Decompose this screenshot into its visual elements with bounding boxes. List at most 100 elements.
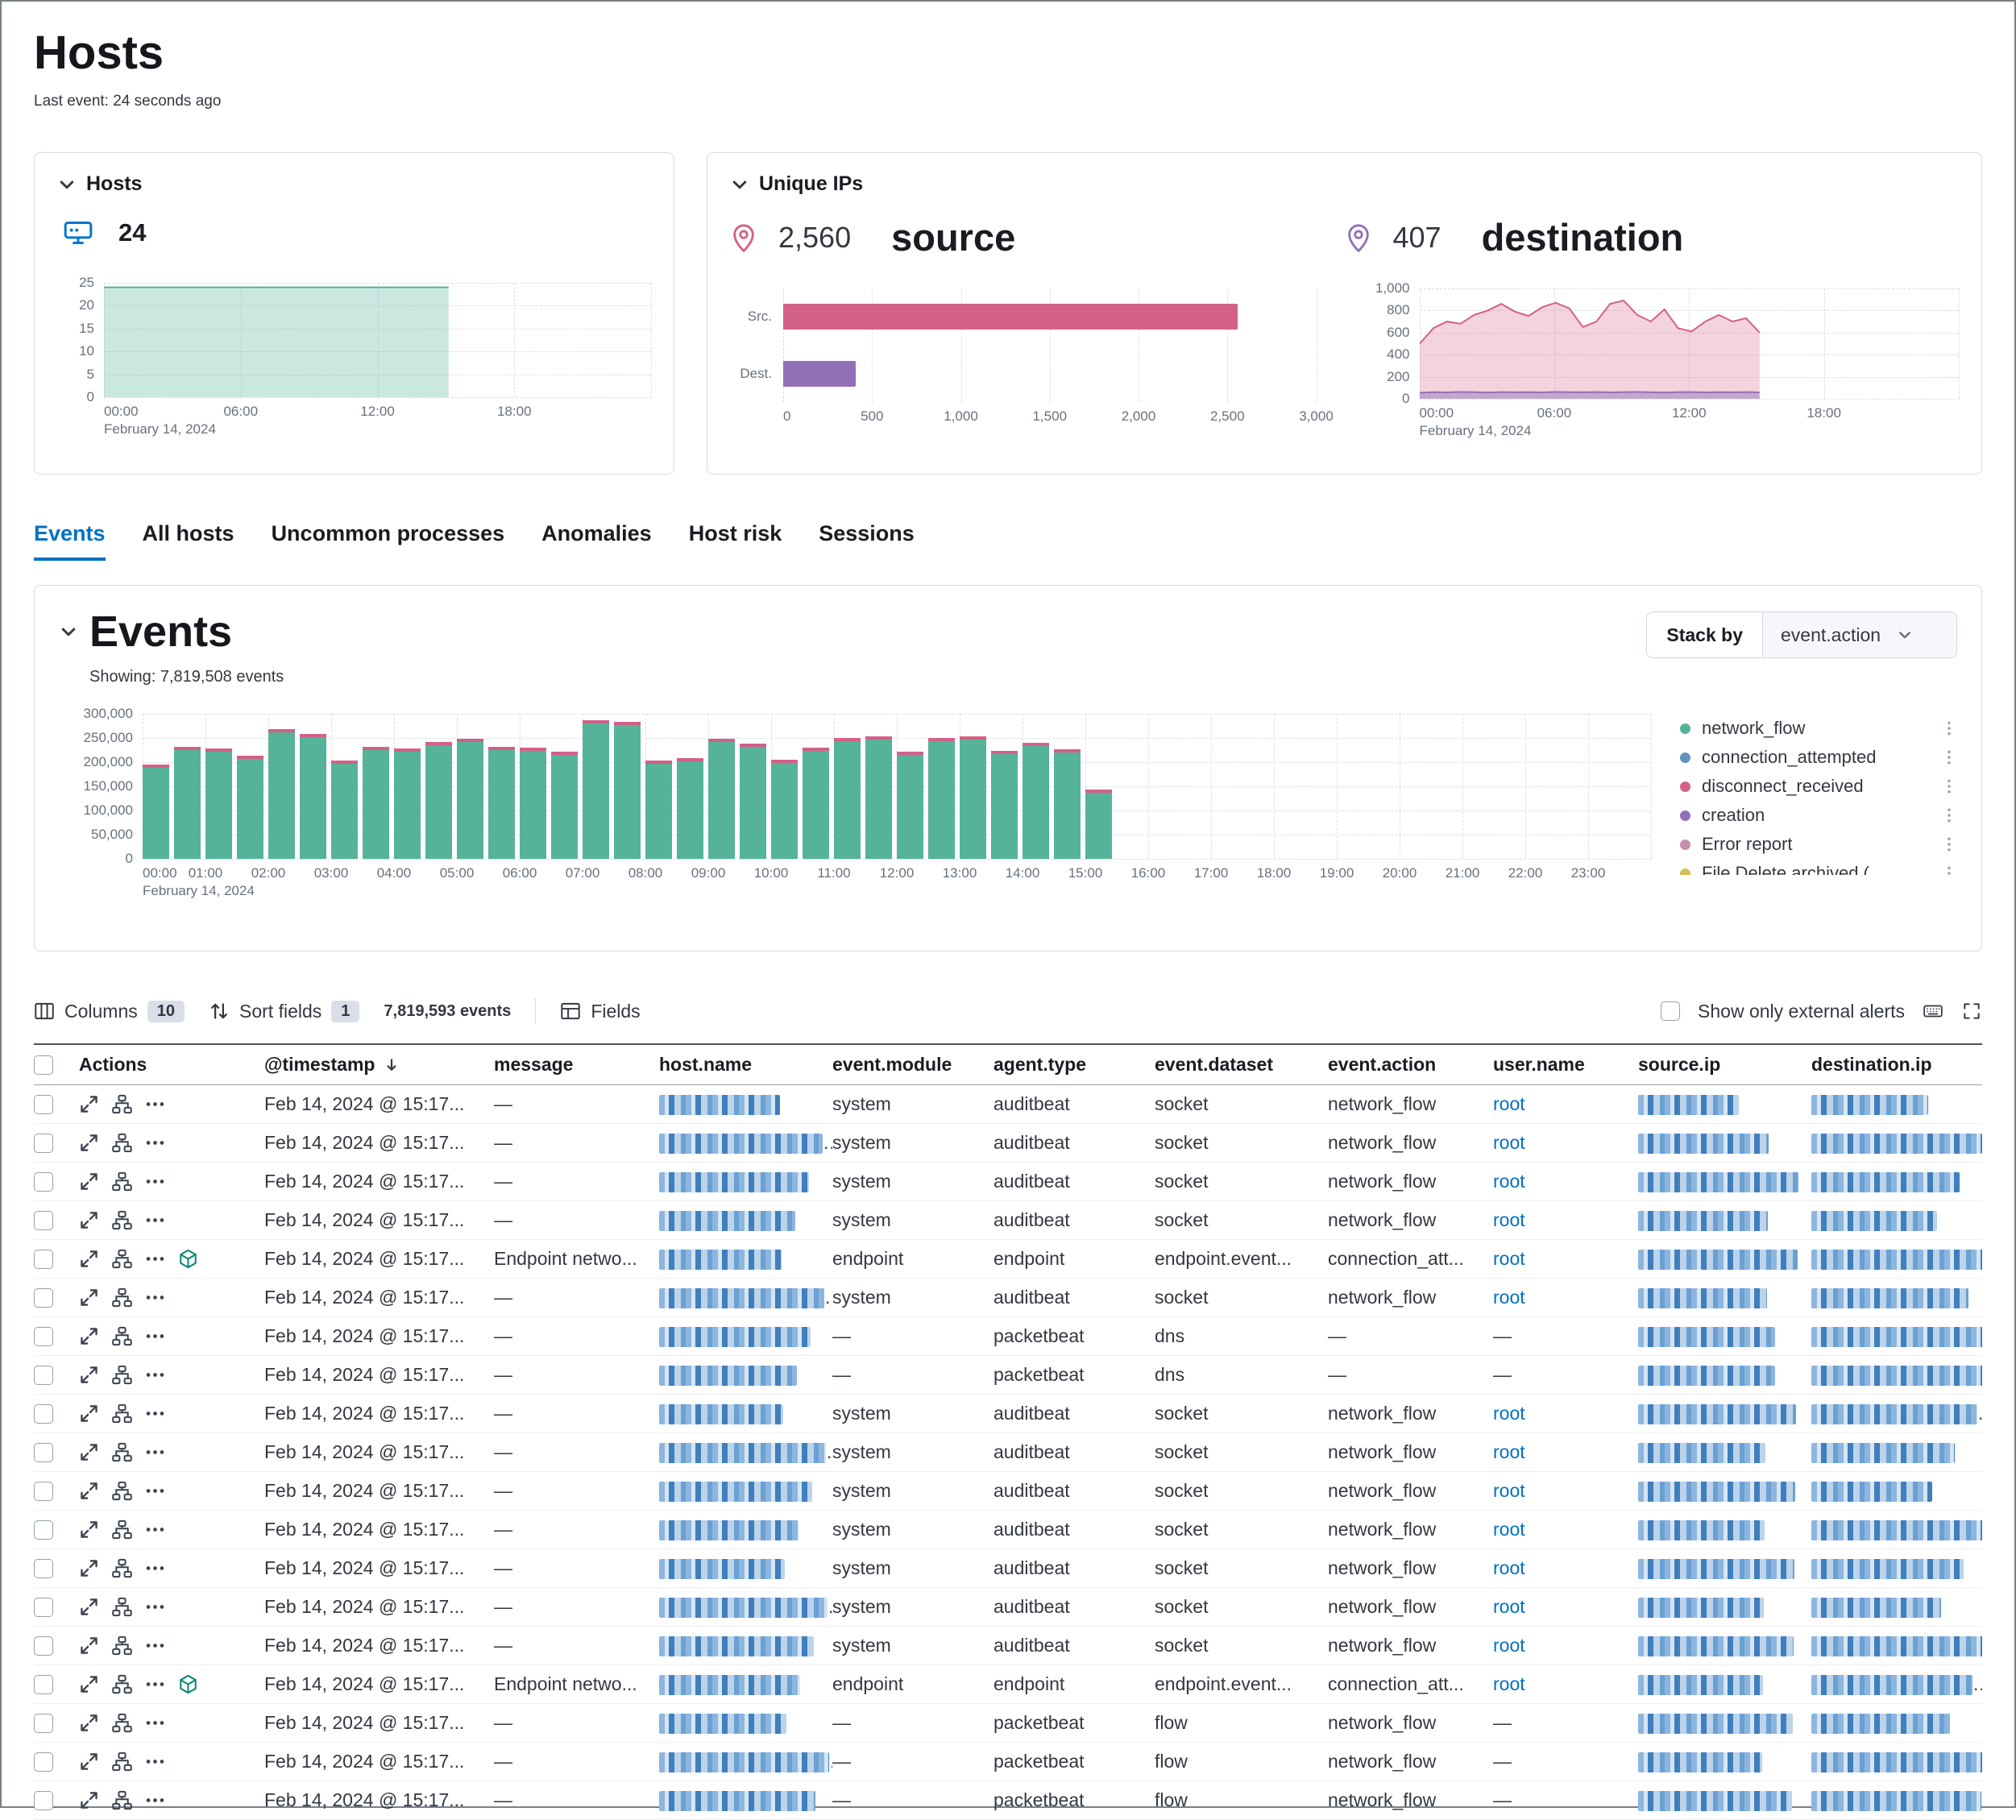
expand-event-icon[interactable] (79, 1365, 99, 1385)
source-ip-cell[interactable] (1638, 1789, 1811, 1811)
column-header-event-module[interactable]: event.module (832, 1054, 993, 1076)
destination-ip-cell[interactable] (1811, 1403, 1982, 1424)
user-name-cell[interactable]: root (1493, 1209, 1638, 1231)
expand-event-icon[interactable] (79, 1636, 99, 1656)
source-ip-cell[interactable] (1638, 1751, 1811, 1772)
host-name-cell[interactable] (659, 1519, 832, 1540)
row-checkbox[interactable] (34, 1172, 53, 1192)
row-checkbox[interactable] (34, 1752, 53, 1772)
host-name-cell[interactable] (659, 1751, 832, 1772)
legend-options-icon[interactable] (1941, 864, 1957, 875)
show-external-alerts-checkbox[interactable] (1661, 1001, 1680, 1021)
more-actions-icon[interactable] (145, 1713, 165, 1733)
user-name-cell[interactable]: root (1493, 1093, 1638, 1115)
user-name-cell[interactable]: root (1493, 1557, 1638, 1579)
source-ip-cell[interactable] (1638, 1171, 1811, 1192)
row-checkbox[interactable] (34, 1366, 53, 1385)
tab-sessions[interactable]: Sessions (819, 521, 915, 561)
user-name-cell[interactable]: root (1493, 1673, 1638, 1695)
host-name-cell[interactable] (659, 1557, 832, 1579)
analyze-event-icon[interactable] (112, 1403, 132, 1424)
analyze-event-icon[interactable] (112, 1249, 132, 1269)
source-ip-cell[interactable] (1638, 1325, 1811, 1347)
tab-anomalies[interactable]: Anomalies (541, 521, 652, 561)
row-checkbox[interactable] (34, 1520, 53, 1540)
source-ip-cell[interactable] (1638, 1673, 1811, 1695)
analyze-event-icon[interactable] (112, 1442, 132, 1462)
destination-ip-cell[interactable] (1811, 1171, 1982, 1192)
more-actions-icon[interactable] (145, 1365, 165, 1385)
more-actions-icon[interactable] (145, 1597, 165, 1617)
destination-ip-cell[interactable] (1811, 1132, 1982, 1154)
user-name-cell[interactable]: root (1493, 1403, 1638, 1424)
more-actions-icon[interactable] (145, 1442, 165, 1462)
host-name-cell[interactable] (659, 1248, 832, 1270)
endpoint-alert-icon[interactable] (178, 1249, 198, 1269)
expand-event-icon[interactable] (79, 1171, 99, 1192)
more-actions-icon[interactable] (145, 1558, 165, 1578)
user-name-cell[interactable]: root (1493, 1248, 1638, 1270)
source-ip-cell[interactable] (1638, 1635, 1811, 1656)
user-name-cell[interactable]: root (1493, 1132, 1638, 1154)
more-actions-icon[interactable] (145, 1790, 165, 1810)
destination-ip-cell[interactable] (1811, 1635, 1982, 1656)
more-actions-icon[interactable] (145, 1674, 165, 1694)
column-header-user-name[interactable]: user.name (1493, 1054, 1638, 1076)
analyze-event-icon[interactable] (112, 1558, 132, 1578)
destination-ip-cell[interactable] (1811, 1441, 1982, 1463)
legend-item-connection-attempted[interactable]: connection_attempted (1680, 743, 1957, 772)
row-checkbox[interactable] (34, 1250, 53, 1269)
legend-item-error-report[interactable]: Error report (1680, 830, 1957, 859)
stack-by-select[interactable]: event.action (1763, 612, 1956, 657)
analyze-event-icon[interactable] (112, 1094, 132, 1114)
analyze-event-icon[interactable] (112, 1210, 132, 1230)
host-name-cell[interactable] (659, 1132, 832, 1154)
legend-options-icon[interactable] (1941, 777, 1957, 795)
sort-fields-button[interactable]: Sort fields 1 (209, 1001, 359, 1022)
destination-ip-cell[interactable] (1811, 1209, 1982, 1231)
collapse-events-panel-icon[interactable] (59, 622, 78, 641)
destination-ip-cell[interactable] (1811, 1712, 1982, 1734)
row-checkbox[interactable] (34, 1636, 53, 1656)
destination-ip-cell[interactable] (1811, 1248, 1982, 1270)
column-header-event-action[interactable]: event.action (1328, 1054, 1493, 1076)
expand-event-icon[interactable] (79, 1597, 99, 1617)
row-checkbox[interactable] (34, 1404, 53, 1424)
host-name-cell[interactable] (659, 1789, 832, 1811)
legend-options-icon[interactable] (1941, 806, 1957, 824)
source-ip-cell[interactable] (1638, 1364, 1811, 1386)
analyze-event-icon[interactable] (112, 1133, 132, 1153)
tab-uncommon-processes[interactable]: Uncommon processes (272, 521, 505, 561)
expand-event-icon[interactable] (79, 1133, 99, 1153)
endpoint-alert-icon[interactable] (178, 1674, 198, 1694)
row-checkbox[interactable] (34, 1327, 53, 1346)
legend-options-icon[interactable] (1941, 748, 1957, 766)
host-name-cell[interactable] (659, 1364, 832, 1386)
column-header-destination-ip[interactable]: destination.ip (1811, 1054, 1982, 1076)
source-ip-cell[interactable] (1638, 1712, 1811, 1734)
column-header-host-name[interactable]: host.name (659, 1054, 832, 1076)
legend-item-creation[interactable]: creation (1680, 801, 1957, 830)
analyze-event-icon[interactable] (112, 1636, 132, 1656)
destination-ip-cell[interactable] (1811, 1480, 1982, 1502)
more-actions-icon[interactable] (145, 1636, 165, 1656)
more-actions-icon[interactable] (145, 1752, 165, 1772)
row-checkbox[interactable] (34, 1675, 53, 1694)
destination-ip-cell[interactable] (1811, 1673, 1982, 1695)
expand-event-icon[interactable] (79, 1481, 99, 1501)
more-actions-icon[interactable] (145, 1249, 165, 1269)
tab-all-hosts[interactable]: All hosts (143, 521, 234, 561)
legend-item-disconnect-received[interactable]: disconnect_received (1680, 772, 1957, 801)
host-name-cell[interactable] (659, 1287, 832, 1308)
collapse-hosts-panel-icon[interactable] (57, 175, 77, 194)
destination-ip-cell[interactable] (1811, 1751, 1982, 1772)
more-actions-icon[interactable] (145, 1287, 165, 1308)
source-ip-cell[interactable] (1638, 1209, 1811, 1231)
analyze-event-icon[interactable] (112, 1790, 132, 1810)
row-checkbox[interactable] (34, 1288, 53, 1308)
legend-options-icon[interactable] (1941, 835, 1957, 853)
expand-event-icon[interactable] (79, 1326, 99, 1346)
row-checkbox[interactable] (34, 1443, 53, 1462)
source-ip-cell[interactable] (1638, 1093, 1811, 1115)
expand-event-icon[interactable] (79, 1752, 99, 1772)
